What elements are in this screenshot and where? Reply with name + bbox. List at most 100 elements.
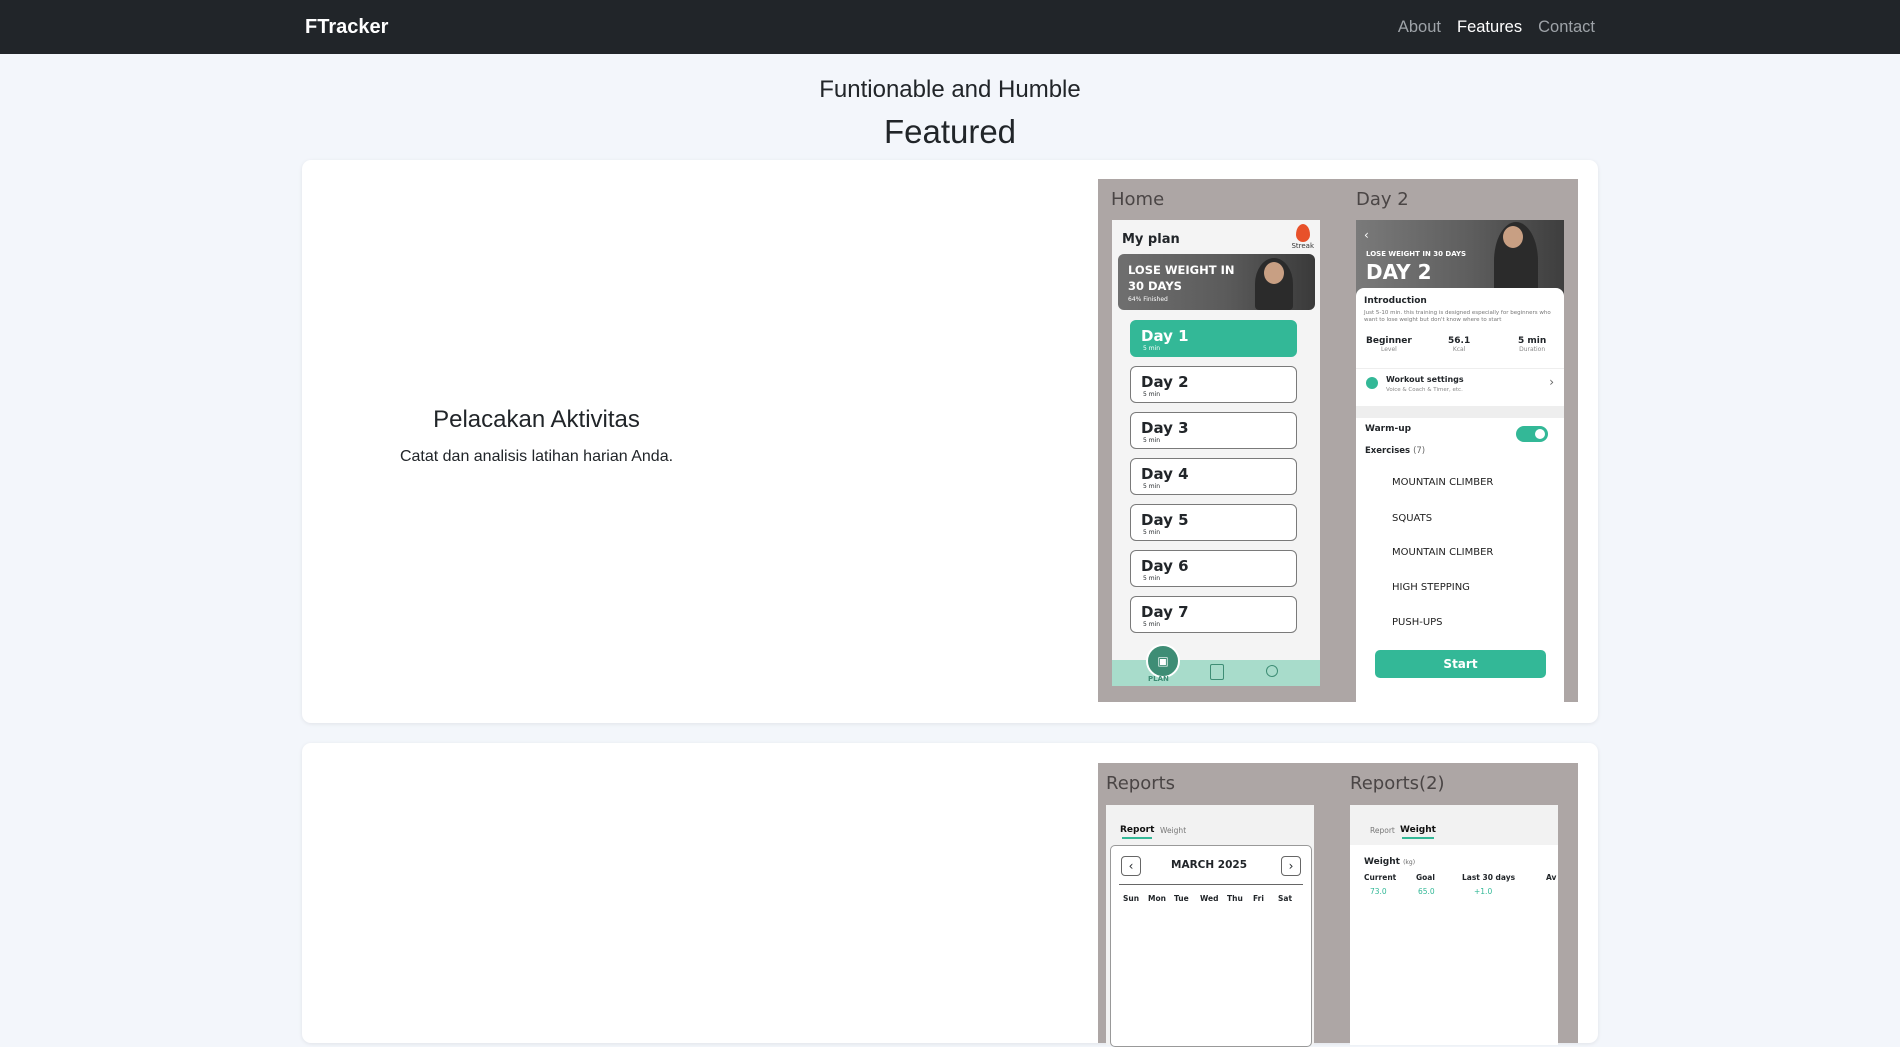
plan-banner: LOSE WEIGHT IN 30 DAYS 64% Finished bbox=[1118, 254, 1315, 310]
screen-label-reports: Reports bbox=[1106, 773, 1176, 794]
weight-label: Weight bbox=[1364, 857, 1400, 867]
weekday: Sat bbox=[1278, 894, 1293, 903]
day-button-6: Day 6 5 min bbox=[1130, 550, 1297, 587]
tab-report: Report bbox=[1370, 826, 1395, 835]
day-button-5: Day 5 5 min bbox=[1130, 504, 1297, 541]
streak-badge: Streak bbox=[1291, 224, 1314, 250]
warmup-label: Warm-up bbox=[1365, 424, 1412, 434]
feature-title: Pelacakan Aktivitas bbox=[433, 406, 640, 433]
weight-card: Weight (kg) Current Goal Last 30 days Av… bbox=[1350, 845, 1558, 1045]
divider bbox=[1356, 406, 1564, 418]
day-duration: 5 min bbox=[1143, 391, 1161, 398]
weight-col-avg: Av bbox=[1546, 873, 1557, 882]
day-duration: 5 min bbox=[1143, 345, 1161, 352]
exercise-item: SQUATS bbox=[1392, 513, 1433, 524]
day-duration: 5 min bbox=[1143, 529, 1161, 536]
nav-link-contact[interactable]: Contact bbox=[1538, 18, 1595, 37]
settings-title: Workout settings bbox=[1386, 375, 1464, 384]
stat-label: Kcal bbox=[1452, 346, 1466, 353]
day-button-4: Day 4 5 min bbox=[1130, 458, 1297, 495]
tab-weight: Weight bbox=[1400, 825, 1436, 839]
weekday: Sun bbox=[1123, 894, 1140, 903]
day-button-3: Day 3 5 min bbox=[1130, 412, 1297, 449]
intro-card: Introduction Just 5-10 min. this trainin… bbox=[1356, 288, 1564, 404]
weight-title: Weight (kg) bbox=[1364, 857, 1415, 867]
hero-section: Funtionable and Humble Featured bbox=[0, 78, 1900, 150]
day-label: Day 3 bbox=[1141, 419, 1189, 437]
tab-weight: Weight bbox=[1160, 826, 1187, 835]
profile-tab-icon bbox=[1266, 665, 1278, 677]
stat-label: Level bbox=[1381, 346, 1397, 353]
stat-value: Beginner bbox=[1366, 336, 1412, 346]
exercises-label: Exercises bbox=[1365, 446, 1411, 456]
nav-links: About Features Contact bbox=[1398, 18, 1595, 37]
feature-text: Pelacakan Aktivitas Catat dan analisis l… bbox=[394, 406, 679, 466]
weekday: Mon bbox=[1148, 894, 1166, 903]
exercise-item: PUSH-UPS bbox=[1392, 617, 1443, 628]
feature-card-reports: Reports Reports(2) Report Weight ‹ MARCH… bbox=[302, 743, 1598, 1047]
banner-line-2: 30 DAYS bbox=[1128, 279, 1182, 293]
intro-text: Just 5-10 min. this training is designed… bbox=[1364, 310, 1551, 323]
my-plan-title: My plan bbox=[1122, 232, 1180, 247]
reports-weight-screen: Report Weight Weight (kg) Current Goal L… bbox=[1350, 805, 1558, 1045]
screen-label-reports2: Reports(2) bbox=[1350, 773, 1445, 794]
workout-settings-row: Workout settings Voice & Coach & Timer, … bbox=[1356, 368, 1564, 399]
stat-value: 5 min bbox=[1518, 336, 1547, 346]
screen-label-day: Day 2 bbox=[1356, 189, 1409, 210]
person-photo bbox=[1255, 258, 1293, 310]
stat-kcal: 56.1 Kcal bbox=[1448, 336, 1470, 353]
exercises-count: (7) bbox=[1413, 446, 1426, 456]
day-duration: 5 min bbox=[1143, 621, 1161, 628]
stat-duration: 5 min Duration bbox=[1518, 336, 1546, 353]
back-arrow-icon: ‹ bbox=[1364, 228, 1369, 242]
weekday: Fri bbox=[1253, 894, 1264, 903]
chevron-right-icon: › bbox=[1281, 856, 1301, 876]
day-label: Day 1 bbox=[1141, 327, 1189, 345]
hero-title: Featured bbox=[883, 113, 1017, 150]
weight-change-value: +1.0 bbox=[1474, 887, 1493, 896]
weight-col-goal: Goal bbox=[1416, 873, 1435, 882]
day-duration: 5 min bbox=[1143, 483, 1161, 490]
day-label: Day 6 bbox=[1141, 557, 1189, 575]
calendar-month: MARCH 2025 bbox=[1171, 859, 1248, 871]
exercise-item: MOUNTAIN CLIMBER bbox=[1392, 477, 1494, 488]
settings-subtitle: Voice & Coach & Timer, etc. bbox=[1386, 387, 1463, 393]
banner-title: LOSE WEIGHT IN 30 DAYS bbox=[1128, 262, 1234, 294]
weekday: Thu bbox=[1227, 894, 1243, 903]
nav-link-features[interactable]: Features bbox=[1457, 18, 1522, 37]
stat-value: 56.1 bbox=[1448, 336, 1471, 346]
weight-col-last30: Last 30 days bbox=[1462, 873, 1516, 882]
stat-level: Beginner Level bbox=[1366, 336, 1412, 353]
bottom-tab-bar: ▣ PLAN bbox=[1112, 644, 1320, 686]
screen-label-home: Home bbox=[1111, 189, 1165, 210]
chevron-right-icon: › bbox=[1549, 375, 1554, 389]
day-label: Day 7 bbox=[1141, 603, 1189, 621]
weight-col-current: Current bbox=[1364, 873, 1397, 882]
weight-goal-value: 65.0 bbox=[1418, 887, 1435, 896]
navbar: FTracker About Features Contact bbox=[0, 0, 1900, 54]
streak-label: Streak bbox=[1291, 242, 1314, 250]
navbar-container: FTracker About Features Contact bbox=[305, 16, 1595, 39]
calendar: ‹ MARCH 2025 › Sun Mon Tue Wed Thu Fri S… bbox=[1110, 845, 1312, 1047]
brand-logo[interactable]: FTracker bbox=[305, 16, 388, 39]
chevron-left-icon: ‹ bbox=[1121, 856, 1141, 876]
settings-icon bbox=[1366, 377, 1378, 389]
nav-link-about[interactable]: About bbox=[1398, 18, 1441, 37]
day-duration: 5 min bbox=[1143, 575, 1161, 582]
day-label: Day 5 bbox=[1141, 511, 1189, 529]
reports-screen: Report Weight ‹ MARCH 2025 › Sun Mon Tue… bbox=[1106, 805, 1314, 1047]
weight-unit: (kg) bbox=[1403, 859, 1416, 866]
stat-label: Duration bbox=[1519, 346, 1546, 353]
day-label: Day 2 bbox=[1141, 373, 1189, 391]
plan-tab-icon: ▣ bbox=[1146, 644, 1180, 678]
feature-card-activity: Pelacakan Aktivitas Catat dan analisis l… bbox=[302, 160, 1598, 723]
report-tab-icon bbox=[1210, 664, 1224, 680]
weekday: Wed bbox=[1200, 894, 1219, 903]
day-detail-screen: ‹ LOSE WEIGHT IN 30 DAYS DAY 2 Introduct… bbox=[1356, 220, 1564, 702]
banner-progress: 64% Finished bbox=[1128, 296, 1168, 303]
exercise-item: MOUNTAIN CLIMBER bbox=[1392, 547, 1494, 558]
day-hero-plan: LOSE WEIGHT IN 30 DAYS bbox=[1366, 250, 1467, 258]
day-hero-title: DAY 2 bbox=[1366, 260, 1432, 284]
feature-description: Catat dan analisis latihan harian Anda. bbox=[399, 448, 674, 465]
day-button-2: Day 2 5 min bbox=[1130, 366, 1297, 403]
